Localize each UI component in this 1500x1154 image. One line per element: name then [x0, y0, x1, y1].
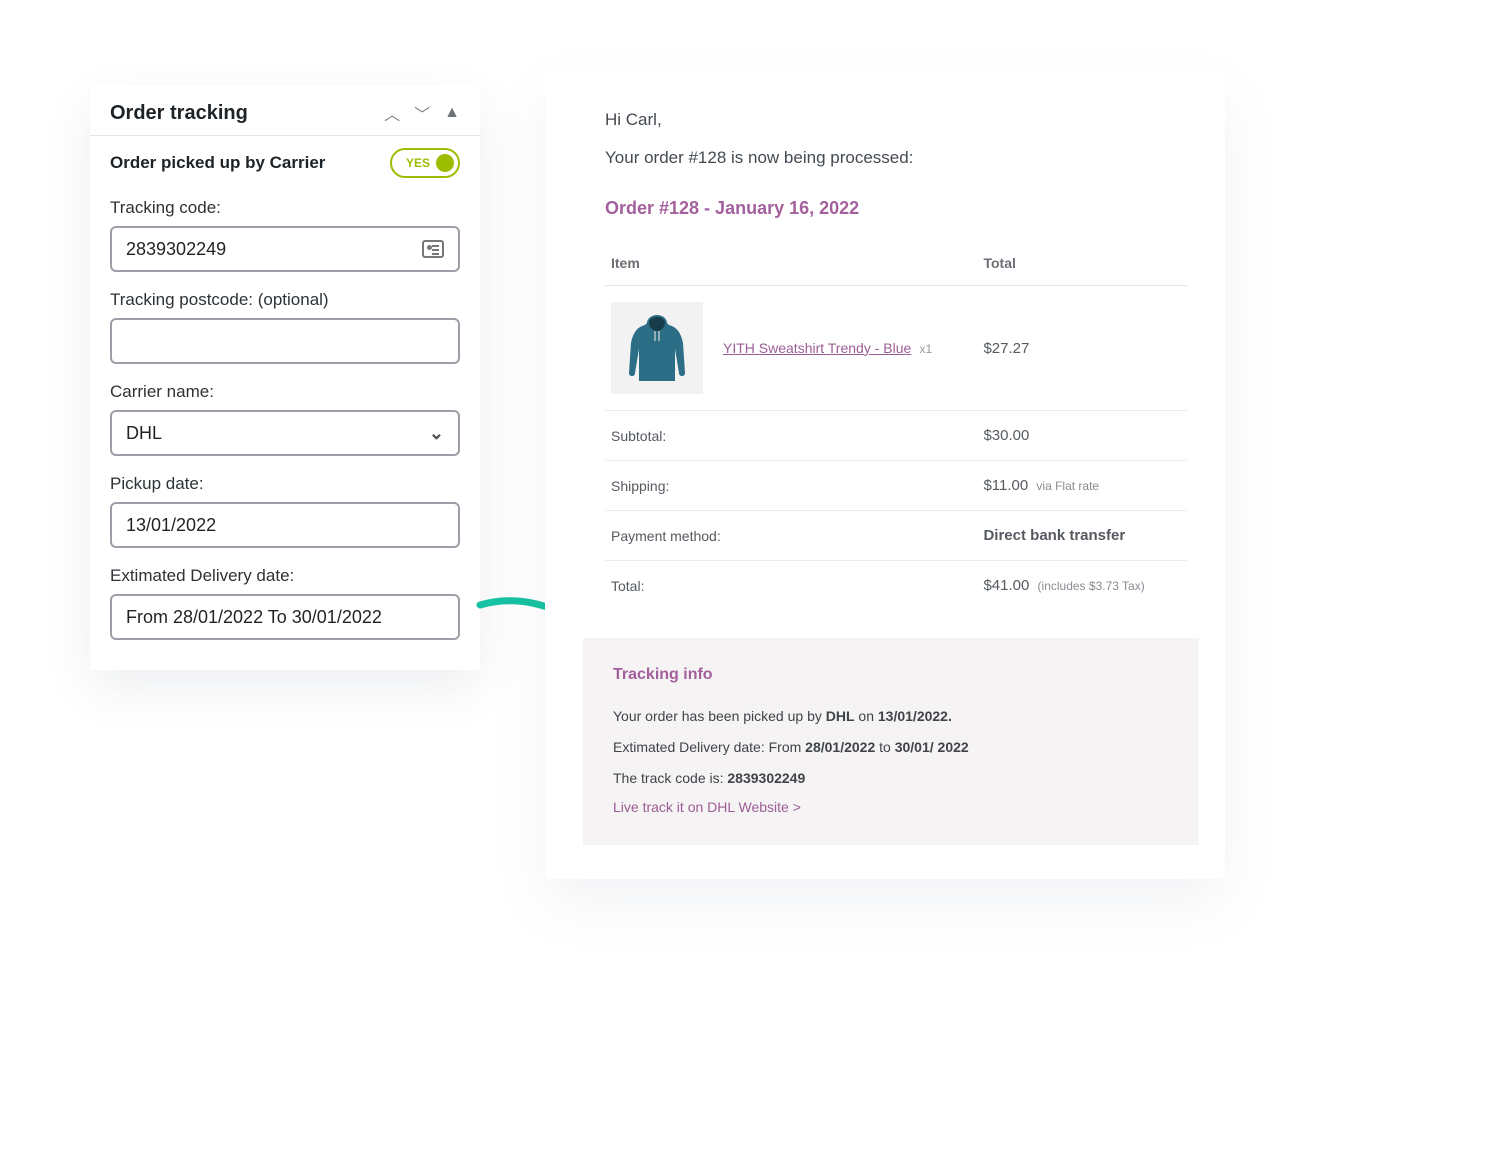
email-status-line: Your order #128 is now being processed:	[605, 148, 1187, 168]
subtotal-row: Subtotal: $30.00	[605, 411, 1187, 461]
tracking-code-input[interactable]: 2839302249	[110, 226, 460, 272]
total-note: (includes $3.73 Tax)	[1038, 579, 1145, 593]
est-delivery-value: From 28/01/2022 To 30/01/2022	[126, 607, 382, 628]
shipping-value: $11.00	[983, 477, 1028, 494]
product-link[interactable]: YITH Sweatshirt Trendy - Blue	[723, 340, 911, 356]
tracking-line-3: The track code is: 2839302249	[613, 768, 1169, 789]
chevron-down-icon: ⌄	[429, 423, 444, 444]
tracking-code-field: Tracking code: 2839302249	[110, 198, 460, 272]
pickup-date-label: Pickup date:	[110, 474, 460, 494]
product-row: YITH Sweatshirt Trendy - Blue x1 $27.27	[605, 286, 1187, 411]
col-total: Total	[977, 243, 1187, 286]
carrier-name-field: Carrier name: DHL ⌄	[110, 382, 460, 456]
tracking-info-box: Tracking info Your order has been picked…	[583, 638, 1199, 845]
product-qty: x1	[919, 342, 932, 356]
subtotal-label: Subtotal:	[605, 411, 977, 461]
carrier-toggle-label: Order picked up by Carrier	[110, 153, 325, 173]
pickup-date-input[interactable]: 13/01/2022	[110, 502, 460, 548]
email-greeting: Hi Carl,	[605, 110, 1187, 130]
carrier-select[interactable]: DHL ⌄	[110, 410, 460, 456]
toggle-knob	[436, 154, 454, 172]
col-item: Item	[605, 243, 977, 286]
subtotal-value: $30.00	[977, 411, 1187, 461]
product-price: $27.27	[977, 286, 1187, 411]
shipping-via: via Flat rate	[1036, 479, 1099, 493]
chevron-down-icon[interactable]: ﹀	[414, 101, 430, 125]
payment-value: Direct bank transfer	[977, 511, 1187, 561]
postcode-field: Tracking postcode: (optional)	[110, 290, 460, 364]
payment-label: Payment method:	[605, 511, 977, 561]
tracking-code-label: Tracking code:	[110, 198, 460, 218]
total-value: $41.00	[983, 577, 1029, 594]
est-delivery-label: Extimated Delivery date:	[110, 566, 460, 586]
tracking-info-title: Tracking info	[613, 666, 1169, 684]
hoodie-icon	[621, 309, 693, 387]
tracking-line-1: Your order has been picked up by DHL on …	[613, 706, 1169, 727]
tracking-line-2: Extimated Delivery date: From 28/01/2022…	[613, 737, 1169, 758]
tracking-code-value: 2839302249	[126, 239, 226, 260]
shipping-row: Shipping: $11.00 via Flat rate	[605, 461, 1187, 511]
pickup-date-field: Pickup date: 13/01/2022	[110, 474, 460, 548]
toggle-state-text: YES	[406, 156, 430, 170]
total-row: Total: $41.00 (includes $3.73 Tax)	[605, 561, 1187, 611]
est-delivery-field: Extimated Delivery date: From 28/01/2022…	[110, 566, 460, 640]
carrier-toggle[interactable]: YES	[390, 148, 460, 178]
carrier-picked-up-row: Order picked up by Carrier YES	[110, 148, 460, 178]
pickup-date-value: 13/01/2022	[126, 515, 216, 536]
est-delivery-input[interactable]: From 28/01/2022 To 30/01/2022	[110, 594, 460, 640]
product-thumbnail	[611, 302, 703, 394]
live-track-link[interactable]: Live track it on DHL Website >	[613, 799, 1169, 815]
payment-row: Payment method: Direct bank transfer	[605, 511, 1187, 561]
chevron-up-icon[interactable]: ︿	[384, 101, 400, 125]
order-tracking-panel: Order tracking ︿ ﹀ ▲ Order picked up by …	[90, 85, 480, 670]
carrier-value: DHL	[126, 423, 162, 444]
collapse-icon[interactable]: ▲	[444, 104, 460, 122]
shipping-label: Shipping:	[605, 461, 977, 511]
panel-body: Order picked up by Carrier YES Tracking …	[90, 136, 480, 670]
postcode-input[interactable]	[110, 318, 460, 364]
carrier-name-label: Carrier name:	[110, 382, 460, 402]
postcode-label: Tracking postcode: (optional)	[110, 290, 460, 310]
id-card-icon	[422, 240, 444, 258]
order-email-preview: Hi Carl, Your order #128 is now being pr…	[545, 70, 1225, 879]
order-items-table: Item Total	[605, 243, 1187, 610]
panel-header: Order tracking ︿ ﹀ ▲	[90, 85, 480, 136]
panel-header-controls: ︿ ﹀ ▲	[384, 101, 460, 125]
panel-title: Order tracking	[110, 102, 248, 125]
email-heading: Order #128 - January 16, 2022	[605, 198, 1187, 219]
total-label: Total:	[605, 561, 977, 611]
